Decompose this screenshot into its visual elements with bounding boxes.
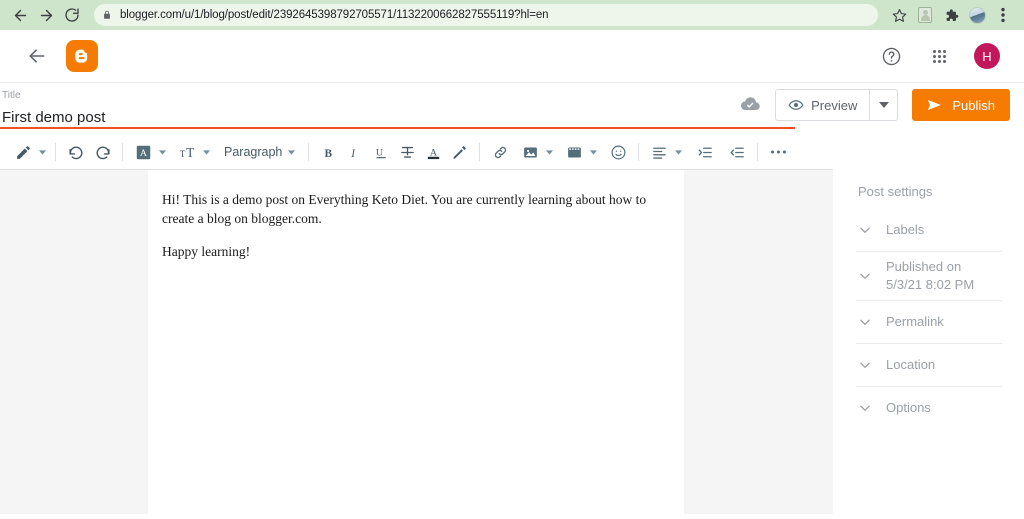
preview-dropdown-caret-icon[interactable] (869, 90, 897, 120)
svg-text:U: U (376, 147, 383, 158)
toolbar-divider (55, 143, 56, 161)
browser-toolbar-right (886, 3, 1016, 27)
sidebar-row-options[interactable]: Options (856, 387, 1002, 429)
strikethrough-icon[interactable] (394, 138, 420, 166)
url-text: blogger.com/u/1/blog/post/edit/239264539… (120, 9, 549, 21)
sidebar-row-label: Permalink (886, 314, 944, 329)
app-header-right: H (878, 43, 1008, 69)
cloud-check-saved-icon (739, 94, 761, 116)
insert-image-icon[interactable] (517, 138, 543, 166)
pencil-dropdown-caret-icon[interactable] (36, 138, 48, 166)
svg-text:A: A (430, 147, 438, 158)
underline-icon[interactable]: U (368, 138, 394, 166)
chevron-down-icon (858, 358, 872, 372)
three-dot-menu-icon[interactable] (990, 3, 1016, 27)
toolbar-divider (479, 143, 481, 161)
chevron-down-icon (858, 223, 872, 237)
forward-arrow-icon[interactable] (34, 3, 58, 27)
chevron-down-icon (858, 269, 872, 283)
send-arrow-icon (925, 97, 944, 113)
eye-icon (788, 97, 804, 113)
star-icon[interactable] (886, 3, 912, 27)
browser-profile-icon[interactable] (912, 3, 938, 27)
post-settings-title: Post settings (858, 184, 933, 199)
apps-grid-icon[interactable] (926, 43, 952, 69)
undo-icon[interactable] (63, 138, 89, 166)
text-color-icon[interactable]: A (420, 138, 446, 166)
address-bar[interactable]: blogger.com/u/1/blog/post/edit/239264539… (94, 4, 878, 26)
chevron-down-icon (858, 315, 872, 329)
editor-toolbar: A TT Paragraph B I U A (0, 135, 833, 170)
image-dropdown-caret-icon[interactable] (543, 138, 555, 166)
post-editor-area: Hi! This is a demo post on Everything Ke… (0, 170, 833, 514)
lock-icon (102, 9, 112, 21)
toolbar-divider (638, 143, 640, 161)
svg-text:T: T (179, 148, 185, 158)
main-content: Hi! This is a demo post on Everything Ke… (0, 170, 1024, 514)
font-size-icon[interactable]: TT (174, 138, 200, 166)
sidebar-row-label: Labels (886, 222, 925, 237)
emoji-icon[interactable] (605, 138, 631, 166)
sidebar-row-value: 5/3/21 8:02 PM (886, 277, 975, 292)
svg-text:B: B (324, 147, 332, 159)
preview-button[interactable]: Preview (776, 90, 869, 120)
post-body-editor[interactable]: Hi! This is a demo post on Everything Ke… (148, 170, 684, 514)
sidebar-row-labels[interactable]: Labels (856, 209, 1002, 251)
indent-decrease-icon[interactable] (724, 138, 750, 166)
post-paragraph: Hi! This is a demo post on Everything Ke… (162, 192, 647, 227)
back-arrow-icon[interactable] (8, 3, 32, 27)
preview-button-group[interactable]: Preview (775, 89, 899, 121)
browser-account-avatar-icon[interactable] (964, 3, 990, 27)
sidebar-row-label: Location (886, 357, 936, 372)
publish-label: Publish (952, 97, 995, 113)
back-to-posts-button[interactable] (20, 39, 54, 73)
post-title-input[interactable]: First demo post (0, 102, 795, 128)
post-title-label: Title (2, 90, 21, 101)
sidebar-row-location[interactable]: Location (856, 344, 1002, 386)
paragraph-format-dropdown[interactable]: Paragraph (218, 138, 301, 166)
sidebar-row-published-on[interactable]: Published on 5/3/21 8:02 PM (856, 252, 1002, 300)
redo-icon[interactable] (89, 138, 115, 166)
puzzle-piece-icon[interactable] (938, 3, 964, 27)
font-family-dropdown-caret-icon[interactable] (156, 138, 168, 166)
paragraph-format-label: Paragraph (224, 145, 283, 159)
indent-increase-icon[interactable] (692, 138, 718, 166)
chevron-down-icon (858, 401, 872, 415)
publish-button[interactable]: Publish (912, 89, 1010, 121)
toolbar-divider (308, 143, 310, 161)
post-settings-sidebar: Post settings Labels Published on 5/3/21… (833, 170, 1024, 514)
user-avatar[interactable]: H (974, 43, 1000, 69)
more-options-icon[interactable] (765, 138, 791, 166)
insert-video-icon[interactable] (561, 138, 587, 166)
title-row: Title First demo post Preview Publish (0, 83, 1024, 135)
paragraph-dropdown-caret-icon (288, 149, 296, 155)
title-actions: Preview Publish (739, 89, 1010, 121)
bold-icon[interactable]: B (316, 138, 342, 166)
app-header: H (0, 30, 1024, 83)
highlight-marker-icon[interactable] (446, 138, 472, 166)
font-family-icon[interactable]: A (130, 138, 156, 166)
align-left-icon[interactable] (646, 138, 672, 166)
video-dropdown-caret-icon[interactable] (587, 138, 599, 166)
link-icon[interactable] (487, 138, 513, 166)
sidebar-row-permalink[interactable]: Permalink (856, 301, 1002, 343)
sidebar-row-label: Published on (886, 259, 962, 274)
svg-text:I: I (350, 147, 356, 159)
italic-icon[interactable]: I (342, 138, 368, 166)
pencil-compose-icon[interactable] (10, 138, 36, 166)
align-dropdown-caret-icon[interactable] (672, 138, 684, 166)
post-paragraph: Happy learning! (162, 244, 251, 260)
svg-text:T: T (186, 144, 194, 159)
browser-toolbar: blogger.com/u/1/blog/post/edit/239264539… (0, 0, 1024, 30)
sidebar-row-label: Options (886, 400, 931, 415)
blogger-logo-icon[interactable] (66, 40, 98, 72)
toolbar-divider (122, 143, 123, 161)
svg-text:A: A (139, 148, 147, 159)
toolbar-divider (757, 143, 759, 161)
preview-label: Preview (811, 97, 858, 113)
post-title-field[interactable]: Title First demo post (0, 83, 795, 129)
font-size-dropdown-caret-icon[interactable] (200, 138, 212, 166)
reload-icon[interactable] (60, 3, 84, 27)
help-circle-icon[interactable] (878, 43, 904, 69)
